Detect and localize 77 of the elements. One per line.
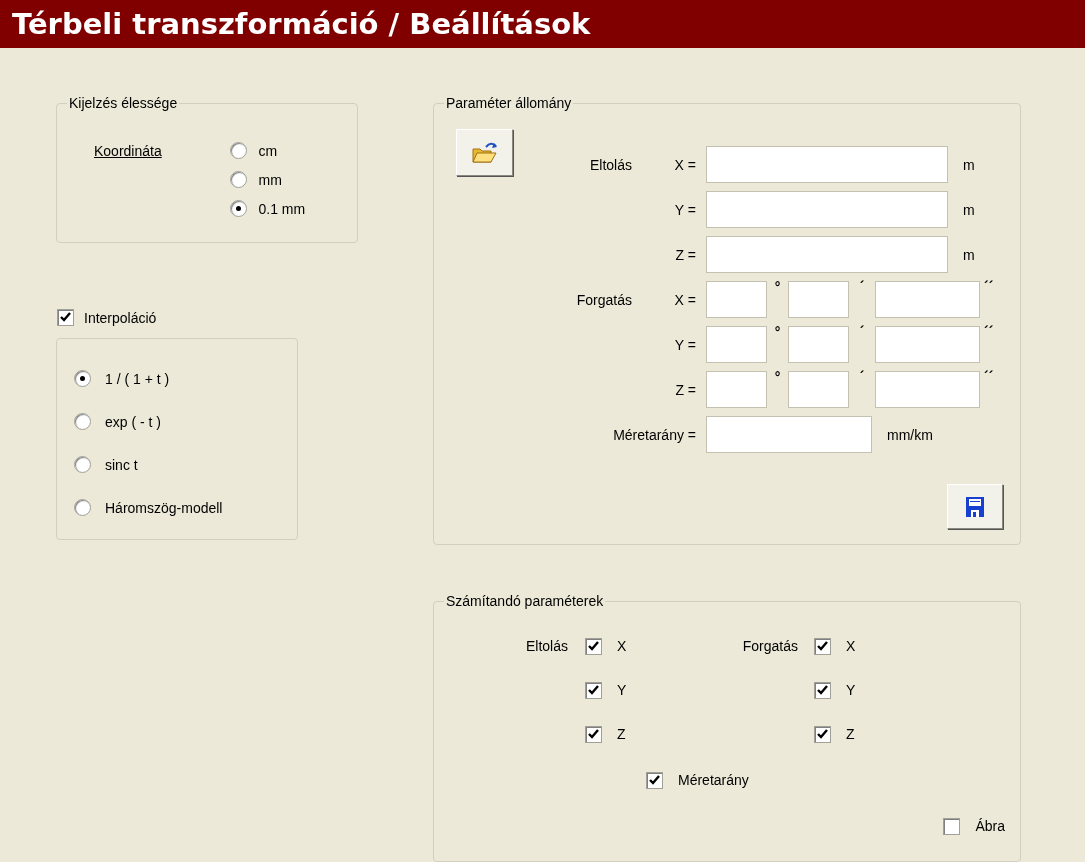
- checkbox[interactable]: [585, 681, 602, 699]
- checkbox-label: Y: [617, 682, 627, 698]
- unit-label: m: [963, 156, 975, 173]
- checkbox-label: Interpoláció: [84, 309, 157, 326]
- group-title: Számítandó paraméterek: [445, 593, 605, 609]
- text-field[interactable]: [706, 236, 948, 273]
- text-field[interactable]: [706, 191, 948, 228]
- checkbox[interactable]: [814, 725, 831, 743]
- option-label: sinc t: [105, 456, 138, 473]
- text-field[interactable]: [788, 281, 849, 318]
- unit-label: m: [963, 201, 975, 218]
- axis-label: Z =: [674, 246, 696, 263]
- text-field[interactable]: [788, 326, 849, 363]
- unit-mark: ´´: [984, 281, 994, 293]
- radio-button[interactable]: [74, 413, 91, 430]
- unit-mark: ´´: [984, 371, 994, 383]
- unit-mark: ´: [859, 326, 865, 338]
- axis-label: Y =: [673, 336, 696, 353]
- text-field[interactable]: [788, 371, 849, 408]
- checkbox-label: X: [846, 638, 856, 654]
- checkbox[interactable]: [814, 637, 831, 655]
- radio-button[interactable]: [229, 142, 247, 159]
- option-label: 0.1 mm: [258, 200, 306, 217]
- checkbox[interactable]: [943, 817, 961, 835]
- unit-label: mm/km: [887, 426, 933, 443]
- radio-button[interactable]: [229, 200, 247, 217]
- unit-label: m: [963, 246, 975, 263]
- open-file-button[interactable]: [456, 129, 513, 176]
- checkbox-label: X: [617, 638, 627, 654]
- checkbox[interactable]: [585, 637, 602, 655]
- text-field[interactable]: [706, 371, 767, 408]
- unit-mark: °: [774, 281, 781, 293]
- unit-mark: ´: [859, 371, 865, 383]
- text-field[interactable]: [875, 326, 980, 363]
- group-title: Kijelzés élessége: [68, 95, 179, 111]
- row-label: Eltolás: [525, 638, 568, 654]
- page-title: Térbeli transzformáció / Beállítások: [12, 7, 591, 41]
- unit-mark: ´: [859, 281, 865, 293]
- group-title: Paraméter állomány: [445, 95, 573, 111]
- unit-mark: ´´: [984, 326, 994, 338]
- checkbox-label: Méretarány: [678, 772, 749, 788]
- unit-mark: °: [774, 371, 781, 383]
- checkbox[interactable]: [646, 771, 663, 789]
- text-field[interactable]: [706, 326, 767, 363]
- axis-label: Y =: [673, 201, 696, 218]
- checkbox[interactable]: [814, 681, 831, 699]
- option-label: mm: [258, 171, 282, 188]
- text-field[interactable]: [706, 281, 767, 318]
- text-field[interactable]: [875, 281, 980, 318]
- axis-label: X =: [673, 156, 696, 173]
- radio-button[interactable]: [74, 370, 91, 387]
- save-button[interactable]: [947, 484, 1003, 529]
- option-label: cm: [258, 142, 278, 159]
- field-label: Koordináta: [94, 142, 163, 159]
- row-label: Eltolás: [588, 156, 632, 173]
- checkbox[interactable]: [585, 725, 602, 743]
- unit-mark: °: [774, 326, 781, 338]
- checkbox-label: Ábra: [975, 818, 1005, 834]
- text-field[interactable]: [706, 416, 872, 453]
- axis-label: X =: [673, 291, 696, 308]
- text-field[interactable]: [875, 371, 980, 408]
- text-field[interactable]: [706, 146, 948, 183]
- radio-button[interactable]: [74, 499, 91, 516]
- row-label: Forgatás: [742, 638, 798, 654]
- row-label: Méretarány =: [612, 426, 696, 443]
- radio-button[interactable]: [229, 171, 247, 188]
- option-label: exp ( - t ): [105, 413, 161, 430]
- checkbox-label: Z: [846, 726, 855, 742]
- checkbox[interactable]: [57, 309, 74, 326]
- option-label: 1 / ( 1 + t ): [105, 370, 170, 387]
- axis-label: Z =: [674, 381, 696, 398]
- checkbox-label: Z: [617, 726, 626, 742]
- checkbox-label: Y: [846, 682, 856, 698]
- row-label: Forgatás: [575, 291, 632, 308]
- option-label: Háromszög-modell: [105, 499, 223, 516]
- folder-icon: [470, 140, 499, 165]
- radio-button[interactable]: [74, 456, 91, 473]
